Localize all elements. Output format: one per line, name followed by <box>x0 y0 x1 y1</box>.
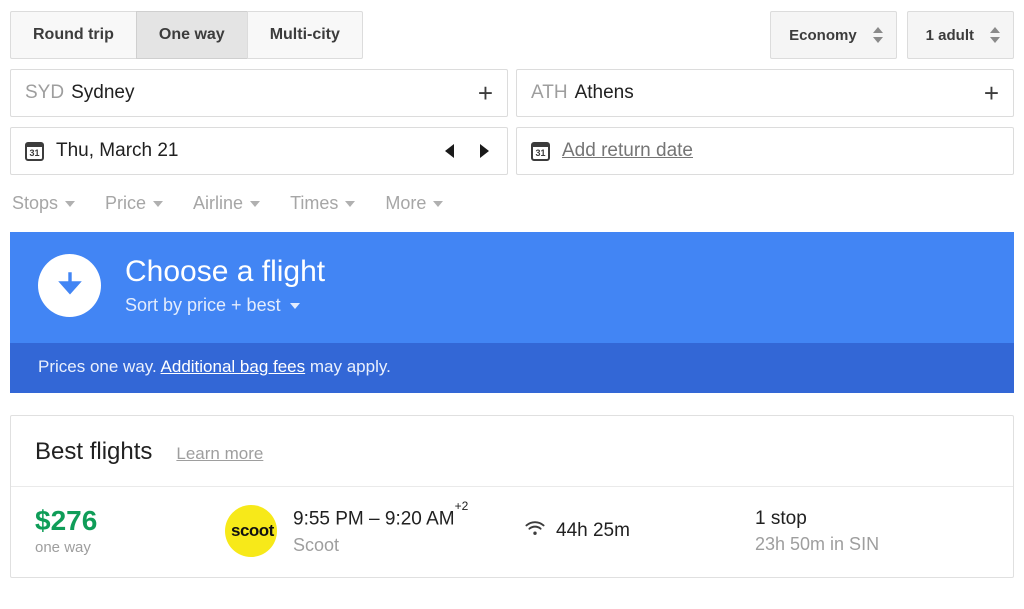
flight-price-sublabel: one way <box>35 538 91 556</box>
add-destination-icon[interactable]: + <box>984 80 999 106</box>
next-day-icon[interactable] <box>480 144 489 158</box>
flight-price-cell: $276 one way <box>35 505 225 556</box>
origin-city: Sydney <box>71 82 135 103</box>
chevron-down-icon <box>289 302 300 309</box>
cabin-class-label: Economy <box>789 26 857 44</box>
airline-logo-text: scoot <box>231 521 274 540</box>
flight-airline-cell: scoot 9:55 PM – 9:20 AM+2 Scoot <box>225 499 525 557</box>
chevron-down-icon <box>65 200 76 207</box>
learn-more-link[interactable]: Learn more <box>176 444 263 464</box>
tab-round-trip[interactable]: Round trip <box>10 11 136 59</box>
flight-search-page: Round trip One way Multi-city Economy 1 … <box>0 0 1024 609</box>
trip-type-tabs: Round trip One way Multi-city <box>10 11 363 59</box>
flight-time-block: 9:55 PM – 9:20 AM+2 Scoot <box>293 499 468 555</box>
flight-stops: 1 stop <box>755 508 807 530</box>
filter-stops-label: Stops <box>12 193 59 213</box>
flight-duration: 44h 25m <box>556 520 630 541</box>
filter-more[interactable]: More <box>383 189 445 218</box>
banner-title: Choose a flight <box>125 254 326 288</box>
passenger-count-label: 1 adult <box>925 26 974 44</box>
tab-multi-city[interactable]: Multi-city <box>246 11 363 59</box>
date-nav-arrows <box>445 144 493 158</box>
chevron-up-down-icon <box>990 27 1000 43</box>
destination-code: ATH <box>531 82 568 103</box>
chevron-down-icon <box>433 200 444 207</box>
filter-price[interactable]: Price <box>103 189 165 218</box>
additional-bag-fees-link[interactable]: Additional bag fees <box>161 357 306 376</box>
filter-stops[interactable]: Stops <box>10 189 77 218</box>
filter-times[interactable]: Times <box>288 189 357 218</box>
filter-bar: Stops Price Airline Times More <box>0 189 1024 218</box>
flight-layover: 23h 50m in SIN <box>755 533 880 554</box>
search-controls-row: Round trip One way Multi-city Economy 1 … <box>0 0 1024 59</box>
banner-price-note: Prices one way. Additional bag fees may … <box>10 343 1014 393</box>
download-arrow-icon <box>38 254 101 317</box>
destination-input[interactable]: ATH Athens + <box>516 69 1014 117</box>
day-offset-badge: +2 <box>454 499 469 514</box>
filter-airline-label: Airline <box>193 193 244 213</box>
banner-text-block: Choose a flight Sort by price + best <box>125 255 325 317</box>
banner-main: Choose a flight Sort by price + best <box>10 232 1014 343</box>
origin-code: SYD <box>25 82 65 103</box>
filter-price-label: Price <box>105 193 147 213</box>
flight-duration-cell: 44h 25m <box>525 520 755 542</box>
add-origin-icon[interactable]: + <box>478 80 493 106</box>
depart-date-input[interactable]: 31 Thu, March 21 <box>10 127 508 175</box>
flight-carrier: Scoot <box>293 534 340 555</box>
filter-airline[interactable]: Airline <box>191 189 262 218</box>
note-prefix: Prices one way. <box>38 357 161 376</box>
chevron-down-icon <box>153 200 164 207</box>
chevron-down-icon <box>250 200 261 207</box>
best-flights-header: Best flights Learn more <box>11 416 1013 487</box>
passenger-class-controls: Economy 1 adult <box>770 11 1014 59</box>
table-row[interactable]: $276 one way scoot 9:55 PM – 9:20 AM+2 S… <box>11 487 1013 577</box>
calendar-icon: 31 <box>25 141 44 161</box>
chevron-up-down-icon <box>872 27 883 43</box>
date-fields-row: 31 Thu, March 21 31 Add return date <box>0 127 1024 175</box>
sort-selector[interactable]: Sort by price + best <box>125 295 325 316</box>
airport-fields-row: SYD Sydney + ATH Athens + <box>0 69 1024 117</box>
sort-label: Sort by price + best <box>125 295 281 316</box>
page-title: Best flights <box>35 438 153 465</box>
cabin-class-selector[interactable]: Economy <box>770 11 897 59</box>
depart-date-value: Thu, March 21 <box>56 140 179 161</box>
airline-logo: scoot <box>225 505 277 557</box>
choose-flight-banner: Choose a flight Sort by price + best Pri… <box>10 232 1014 393</box>
wifi-icon <box>525 521 545 541</box>
origin-input[interactable]: SYD Sydney + <box>10 69 508 117</box>
flight-times-wrapper: 9:55 PM – 9:20 AM+2 <box>293 499 468 531</box>
previous-day-icon[interactable] <box>445 144 454 158</box>
chevron-down-icon <box>345 200 356 207</box>
tab-one-way[interactable]: One way <box>135 11 247 59</box>
best-flights-card: Best flights Learn more $276 one way sco… <box>10 415 1014 578</box>
flight-price: $276 <box>35 505 98 537</box>
flight-stops-cell: 1 stop 23h 50m in SIN <box>755 507 989 555</box>
flight-times: 9:55 PM – 9:20 AM <box>293 508 455 530</box>
filter-times-label: Times <box>290 193 339 213</box>
destination-city: Athens <box>574 82 634 103</box>
filter-more-label: More <box>385 193 427 213</box>
add-return-date-link[interactable]: Add return date <box>562 140 693 162</box>
return-date-input[interactable]: 31 Add return date <box>516 127 1014 175</box>
passenger-count-selector[interactable]: 1 adult <box>906 11 1014 59</box>
note-suffix: may apply. <box>305 357 391 376</box>
calendar-icon: 31 <box>531 141 550 161</box>
